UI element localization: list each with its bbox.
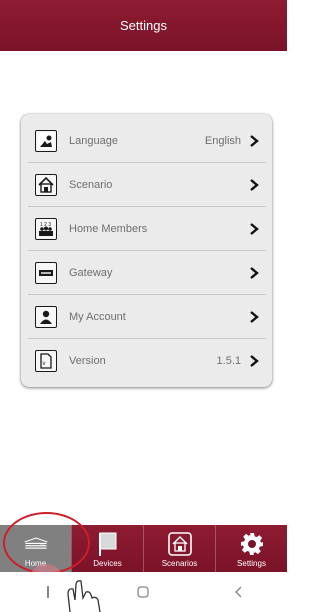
pointing-hand-icon xyxy=(67,580,101,612)
gateway-icon xyxy=(35,261,57,284)
chevron-right-icon xyxy=(250,355,259,367)
svg-text:v: v xyxy=(43,361,46,367)
settings-item-value: 1.5.1 xyxy=(216,355,241,367)
settings-item-label: Home Members xyxy=(69,222,148,235)
chevron-right-icon xyxy=(250,178,259,191)
app-header: Settings xyxy=(0,0,287,51)
home-circle-icon[interactable] xyxy=(123,577,163,607)
tab-scenarios[interactable]: Scenarios xyxy=(143,525,215,572)
chevron-right-icon xyxy=(250,134,259,147)
back-icon[interactable] xyxy=(219,577,259,607)
settings-item-label: Version xyxy=(69,355,106,367)
tab-settings[interactable]: Settings xyxy=(215,525,287,572)
settings-item-version[interactable]: v Version 1.5.1 xyxy=(28,339,266,383)
settings-item-gateway[interactable]: Gateway xyxy=(28,251,266,295)
system-nav-bar xyxy=(0,572,287,612)
devices-icon xyxy=(95,531,121,557)
settings-item-my-account[interactable]: My Account xyxy=(28,295,266,339)
settings-item-label: Language xyxy=(69,134,118,147)
tab-label: Settings xyxy=(237,559,266,568)
settings-item-home-members[interactable]: 1 2 3 Home Members xyxy=(28,207,266,251)
settings-item-label: My Account xyxy=(69,310,126,323)
version-icon: v xyxy=(35,350,57,372)
settings-item-language[interactable]: Language English xyxy=(28,119,266,163)
chevron-right-icon xyxy=(250,266,259,279)
settings-card: Language English Scenario 1 2 3 Home Mem… xyxy=(21,114,272,387)
settings-item-value: English xyxy=(204,134,241,147)
settings-item-label: Scenario xyxy=(69,178,113,191)
account-icon xyxy=(35,305,57,328)
tab-label: Scenarios xyxy=(161,559,198,568)
scenarios-icon xyxy=(167,531,193,557)
gear-icon xyxy=(239,531,265,557)
page-title: Settings xyxy=(120,18,167,33)
settings-item-label: Gateway xyxy=(69,266,113,279)
chevron-right-icon xyxy=(250,310,259,323)
home-members-icon: 1 2 3 xyxy=(35,217,57,240)
chevron-right-icon xyxy=(250,222,259,235)
language-icon xyxy=(35,129,57,152)
scenario-icon xyxy=(35,173,57,196)
settings-item-scenario[interactable]: Scenario xyxy=(28,163,266,207)
tab-label: Devices xyxy=(93,559,122,568)
